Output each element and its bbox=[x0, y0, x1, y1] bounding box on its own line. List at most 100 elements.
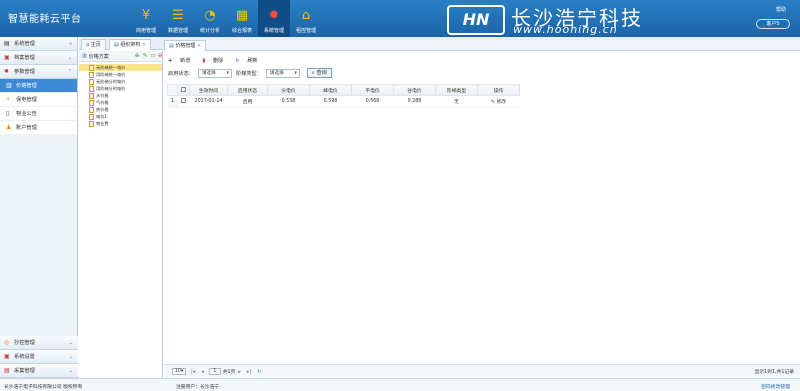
section-label: 采集管理 bbox=[14, 368, 35, 374]
tree-node[interactable]: 用阶梯统一电价 bbox=[79, 71, 162, 78]
section-label: 档案管理 bbox=[14, 55, 35, 61]
nav-label: 商用管理 bbox=[135, 28, 156, 34]
page-size-select[interactable]: 10▾ bbox=[172, 368, 186, 375]
col-header: 平电价 bbox=[351, 84, 394, 96]
nav-reports[interactable]: ▦ 综合报表 bbox=[226, 0, 258, 37]
tree-node-label: 水价格 bbox=[96, 92, 109, 98]
page-icon: ▤ bbox=[169, 43, 174, 49]
add-node-icon[interactable]: ⊕ bbox=[134, 53, 140, 59]
nav-system[interactable]: ✹ 系统管理 bbox=[258, 0, 290, 37]
tree-node[interactable]: 无阶梯分时电价 bbox=[79, 78, 162, 85]
users-icon: ♟ bbox=[6, 124, 12, 131]
refresh-icon[interactable]: ↻ bbox=[257, 369, 261, 375]
type-select[interactable]: 请选择 bbox=[265, 68, 300, 78]
user-badge[interactable]: 客户5 bbox=[756, 19, 790, 29]
settings-icon: ▣ bbox=[4, 353, 10, 360]
last-page-icon[interactable]: ▸| bbox=[247, 369, 251, 375]
chevron-down-icon: ⌄ bbox=[68, 367, 73, 374]
tree-node[interactable]: 电价1 bbox=[79, 113, 162, 120]
cell-sharp-price: 0.538 bbox=[267, 95, 310, 108]
close-icon[interactable]: × bbox=[197, 43, 201, 49]
edit-node-icon[interactable]: ✎ bbox=[142, 53, 148, 59]
tab-org[interactable]: ▤ 组织架构 × bbox=[109, 39, 152, 50]
close-icon[interactable]: × bbox=[142, 42, 146, 48]
sidebar-item-notice[interactable]: ▯ 物业公告 bbox=[0, 107, 77, 121]
gear-icon: ✹ bbox=[4, 68, 10, 75]
password-link[interactable]: 密码修改管理 bbox=[761, 383, 790, 390]
col-header: 启用状态 bbox=[227, 84, 268, 96]
sidebar-section-settings[interactable]: ▣ 系统设置 ⌄ bbox=[0, 350, 78, 364]
cell-peak-price: 0.598 bbox=[309, 95, 352, 108]
file-icon bbox=[89, 71, 94, 78]
tree-node[interactable]: 气价格 bbox=[79, 99, 162, 106]
sidebar-section-params[interactable]: ✹ 参数管理 ⌃ bbox=[0, 65, 77, 79]
sidebar-item-price[interactable]: ▥ 价格管理 bbox=[0, 79, 77, 93]
file-icon bbox=[89, 78, 94, 85]
nav-commercial[interactable]: ¥ 商用管理 bbox=[130, 0, 162, 37]
sidebar-header[interactable]: ▤ 系统管理 « bbox=[0, 37, 77, 51]
delete-button[interactable]: ▮ 删除 bbox=[202, 57, 229, 64]
add-button[interactable]: + 新增 bbox=[168, 57, 196, 64]
tree-node-label: 热价格 bbox=[96, 106, 109, 112]
save-node-icon[interactable]: ▭ bbox=[150, 53, 156, 59]
nav-stats[interactable]: ◔ 统计分析 bbox=[194, 0, 226, 37]
database-icon: ☰ bbox=[172, 7, 184, 23]
tree-title: 价格方案 bbox=[88, 53, 109, 60]
tree-node[interactable]: 水价格 bbox=[79, 92, 162, 99]
page-input[interactable]: 1 bbox=[208, 368, 221, 375]
pagination-bar: 10▾ |◂ ◂ 1 共1页 ▸ ▸| ↻ 显示1到1,共1记录 bbox=[164, 364, 800, 378]
sidebar-section-collect[interactable]: ▤ 采集管理 ⌄ bbox=[0, 364, 78, 378]
sidebar-section-control[interactable]: ◎ 抄控管理 ⌄ bbox=[0, 336, 78, 350]
cell-tier-type: 无 bbox=[435, 95, 478, 108]
page-input-value: 1 bbox=[213, 369, 217, 374]
tab-price[interactable]: ▤ 价格管理 × bbox=[164, 40, 207, 51]
type-filter-label: 阶梯类型： bbox=[235, 70, 262, 77]
next-page-icon[interactable]: ▸ bbox=[238, 369, 241, 375]
nav-rent[interactable]: ⌂ 租控管理 bbox=[290, 0, 322, 37]
toolbar: + 新增 ▮ 删除 ↻ 刷新 bbox=[168, 55, 270, 65]
tree-node-label: 无阶梯分时电价 bbox=[96, 78, 126, 84]
search-icon: ⌕ bbox=[311, 70, 315, 76]
status-select[interactable]: 请选择 bbox=[197, 68, 232, 78]
col-header: 尖电价 bbox=[267, 84, 310, 96]
chevron-left-icon[interactable]: « bbox=[69, 41, 72, 47]
checkbox[interactable] bbox=[181, 86, 186, 92]
file-icon bbox=[89, 64, 94, 71]
nav-label: 租控管理 bbox=[295, 28, 316, 34]
file-icon bbox=[89, 85, 94, 92]
sidebar: ▤ 系统管理 « ▣ 档案管理 ⌄ ✹ 参数管理 ⌃ ▥ 价格管理 ⚡ 保电管理 ▯ 物业公告 ♟… bbox=[0, 37, 78, 378]
table-row[interactable]: 1 2017-01-14 启用 0.538 0.598 0.568 0.288 … bbox=[167, 95, 520, 108]
tree-node-label: 用阶梯分时电价 bbox=[96, 85, 126, 91]
prev-page-icon[interactable]: ◂ bbox=[201, 369, 204, 375]
sidebar-item-account[interactable]: ♟ 账户管理 bbox=[0, 121, 77, 135]
sidebar-item-power[interactable]: ⚡ 保电管理 bbox=[0, 93, 77, 107]
cell-valley-price: 0.288 bbox=[393, 95, 436, 108]
nav-label: 统计分析 bbox=[199, 28, 220, 34]
price-table: 生效时间 启用状态 尖电价 峰电价 平电价 谷电价 阶梯类型 操作 1 2017… bbox=[167, 84, 520, 108]
tab-home[interactable]: ⌂ 主页 bbox=[81, 39, 106, 50]
nav-label: 系统管理 bbox=[263, 28, 284, 34]
tree-node[interactable]: 热价格 bbox=[79, 106, 162, 113]
checkbox[interactable] bbox=[181, 98, 186, 103]
price-icon: ▥ bbox=[6, 82, 12, 89]
first-page-icon[interactable]: |◂ bbox=[191, 369, 195, 375]
chevron-down-icon: ⌄ bbox=[68, 353, 73, 360]
tree-node[interactable]: 用阶梯分时电价 bbox=[79, 85, 162, 92]
nav-data[interactable]: ☰ 数据管理 bbox=[162, 0, 194, 37]
gear-icon: ✹ bbox=[268, 7, 280, 23]
tree-node-label: 无阶梯统一电价 bbox=[96, 64, 126, 70]
edit-link[interactable]: ✎ 修改 bbox=[477, 95, 520, 108]
refresh-button[interactable]: ↻ 刷新 bbox=[235, 57, 263, 64]
delete-node-icon[interactable]: ⊖ bbox=[157, 53, 163, 59]
sidebar-section-archive[interactable]: ▣ 档案管理 ⌄ bbox=[0, 51, 77, 65]
row-select[interactable] bbox=[177, 95, 190, 108]
tree-node[interactable]: 无阶梯统一电价 bbox=[79, 64, 162, 71]
query-button[interactable]: ⌕ 查询 bbox=[306, 68, 332, 78]
control-icon: ◎ bbox=[4, 339, 10, 346]
tree-node[interactable]: 物业费 bbox=[79, 120, 162, 127]
delete-label: 删除 bbox=[212, 57, 224, 64]
select-all-header[interactable] bbox=[177, 84, 190, 96]
sidebar-item-label: 物业公告 bbox=[16, 111, 37, 117]
help-link[interactable]: 帮助 bbox=[776, 6, 786, 13]
folder-icon: ▤ bbox=[4, 40, 10, 47]
